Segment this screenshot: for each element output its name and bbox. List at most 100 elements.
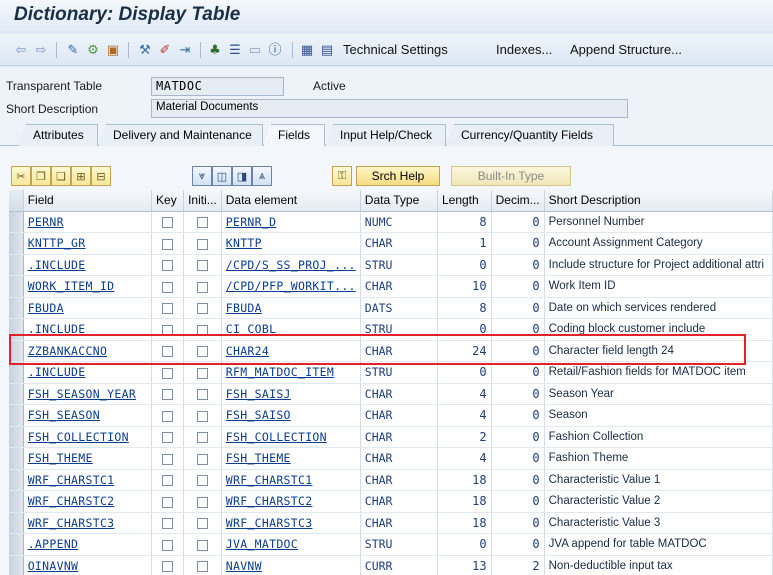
key-checkbox[interactable] <box>162 561 174 573</box>
field-name-link[interactable]: WRF_CHARSTC3 <box>28 516 115 530</box>
key-checkbox[interactable] <box>162 238 174 250</box>
tab-fields[interactable]: Fields <box>263 124 325 146</box>
field-name-link[interactable]: ZZBANKACCNO <box>28 344 107 358</box>
table-name-field[interactable]: MATDOC <box>151 77 284 96</box>
column-header-length[interactable]: Length <box>437 190 492 212</box>
column-header-key[interactable]: Key <box>151 190 185 212</box>
table-row[interactable]: WRF_CHARSTC1 WRF_CHARSTC1 CHAR 18 0 Character… <box>9 469 773 491</box>
technical-settings-button[interactable]: Technical Settings <box>343 42 448 57</box>
forward-icon[interactable]: ⇨ <box>32 41 50 59</box>
data-element-link[interactable]: FSH_SAISO <box>226 408 291 422</box>
paste-icon[interactable]: ❏ <box>51 166 71 186</box>
field-name-link[interactable]: WORK_ITEM_ID <box>28 279 115 293</box>
row-selector[interactable] <box>9 232 24 255</box>
search-help-icon[interactable]: ⚿ <box>332 166 352 186</box>
table-row[interactable]: WRF_CHARSTC3 WRF_CHARSTC3 CHAR 18 0 Character… <box>9 512 773 534</box>
field-name-link[interactable]: .INCLUDE <box>28 258 86 272</box>
key-checkbox[interactable] <box>162 303 174 315</box>
initial-values-checkbox[interactable] <box>196 260 208 272</box>
data-element-link[interactable]: FSH_COLLECTION <box>226 430 327 444</box>
initial-values-checkbox[interactable] <box>196 389 208 401</box>
insert-row-icon[interactable]: ⊞ <box>71 166 91 186</box>
column-header-initial[interactable]: Initi... <box>183 190 222 212</box>
row-selector[interactable] <box>9 490 24 513</box>
table-row[interactable]: .INCLUDE/CPD/S_SS_PROJ_... STRU 0 0 Include … <box>9 254 773 276</box>
table-row[interactable]: OINAVNW NAVNW CURR 13 2 Non-deductible input … <box>9 555 773 575</box>
initial-values-checkbox[interactable] <box>196 539 208 551</box>
key-checkbox[interactable] <box>162 389 174 401</box>
initial-values-checkbox[interactable] <box>196 324 208 336</box>
table-row[interactable]: WORK_ITEM_ID/CPD/PFP_WORKIT... CHAR 10 0 Wor… <box>9 275 773 298</box>
indexes-button[interactable]: Indexes... <box>496 42 552 57</box>
row-selector[interactable] <box>9 533 24 556</box>
table-row[interactable]: FBUDA FBUDA DATS 8 0 Date on which services r… <box>9 297 773 319</box>
table-row[interactable]: ZZBANKACCNO CHAR24 CHAR 24 0 Character field … <box>9 340 773 362</box>
initial-values-checkbox[interactable] <box>196 453 208 465</box>
select-all-cell[interactable] <box>9 190 24 212</box>
data-element-link[interactable]: /CPD/S_SS_PROJ_... <box>226 258 356 272</box>
layout-icon[interactable]: ▦ <box>298 41 316 59</box>
key-checkbox[interactable] <box>162 518 174 530</box>
field-name-link[interactable]: FSH_COLLECTION <box>28 430 129 444</box>
row-selector[interactable] <box>9 318 24 341</box>
data-element-link[interactable]: NAVNW <box>226 559 262 573</box>
field-name-link[interactable]: WRF_CHARSTC1 <box>28 473 115 487</box>
field-name-link[interactable]: WRF_CHARSTC2 <box>28 494 115 508</box>
field-name-link[interactable]: .APPEND <box>28 537 79 551</box>
data-element-link[interactable]: RFM_MATDOC_ITEM <box>226 365 334 379</box>
short-description-field[interactable]: Material Documents <box>151 99 628 118</box>
data-element-link[interactable]: WRF_CHARSTC1 <box>226 473 313 487</box>
initial-values-checkbox[interactable] <box>196 475 208 487</box>
list-icon[interactable]: ☰ <box>226 41 244 59</box>
row-selector[interactable] <box>9 555 24 575</box>
row-selector[interactable] <box>9 211 24 233</box>
row-selector[interactable] <box>9 340 24 362</box>
initial-values-checkbox[interactable] <box>196 303 208 315</box>
row-selector[interactable] <box>9 297 24 319</box>
key-checkbox[interactable] <box>162 453 174 465</box>
initial-values-checkbox[interactable] <box>196 346 208 358</box>
data-element-link[interactable]: FSH_SAISJ <box>226 387 291 401</box>
table-row[interactable]: FSH_SEASON_YEAR FSH_SAISJ CHAR 4 0 Season Yea… <box>9 383 773 405</box>
data-element-link[interactable]: CHAR24 <box>226 344 269 358</box>
key-checkbox[interactable] <box>162 324 174 336</box>
field-name-link[interactable]: FSH_SEASON <box>28 408 100 422</box>
key-checkbox[interactable] <box>162 410 174 422</box>
row-selector[interactable] <box>9 361 24 384</box>
contents-icon[interactable]: ▤ <box>318 41 336 59</box>
data-element-link[interactable]: /CPD/PFP_WORKIT... <box>226 279 356 293</box>
row-selector[interactable] <box>9 404 24 427</box>
field-name-link[interactable]: FSH_SEASON_YEAR <box>28 387 136 401</box>
table-row[interactable]: FSH_SEASON FSH_SAISO CHAR 4 0 Season <box>9 404 773 427</box>
initial-values-checkbox[interactable] <box>196 238 208 250</box>
key-checkbox[interactable] <box>162 496 174 508</box>
field-name-link[interactable]: .INCLUDE <box>28 322 86 336</box>
append-structure-button[interactable]: Append Structure... <box>570 42 682 57</box>
initial-values-checkbox[interactable] <box>196 496 208 508</box>
data-element-link[interactable]: WRF_CHARSTC3 <box>226 516 313 530</box>
search-help-button[interactable]: Srch Help <box>356 166 440 186</box>
table-row[interactable]: PERNR PERNR_D NUMC 8 0 Personnel Number <box>9 211 773 233</box>
display-change-icon[interactable]: ⚙ <box>84 41 102 59</box>
initial-values-checkbox[interactable] <box>196 518 208 530</box>
key-checkbox[interactable] <box>162 281 174 293</box>
back-icon[interactable]: ⇦ <box>12 41 30 59</box>
key-checkbox[interactable] <box>162 475 174 487</box>
field-name-link[interactable]: FBUDA <box>28 301 64 315</box>
row-selector[interactable] <box>9 469 24 491</box>
key-checkbox[interactable] <box>162 432 174 444</box>
row-selector[interactable] <box>9 383 24 405</box>
where-used-icon[interactable]: ✐ <box>156 41 174 59</box>
table-row[interactable]: .INCLUDE RFM_MATDOC_ITEM STRU 0 0 Retail/Fash… <box>9 361 773 384</box>
first-page-icon[interactable]: ⩔ <box>192 166 212 186</box>
field-name-link[interactable]: OINAVNW <box>28 559 79 573</box>
initial-values-checkbox[interactable] <box>196 281 208 293</box>
tab-input-help-check[interactable]: Input Help/Check <box>325 124 446 146</box>
tab-delivery-maintenance[interactable]: Delivery and Maintenance <box>98 124 263 146</box>
field-name-link[interactable]: FSH_THEME <box>28 451 93 465</box>
last-page-icon[interactable]: ⩓ <box>252 166 272 186</box>
data-element-link[interactable]: PERNR_D <box>226 215 277 229</box>
check-icon[interactable]: ▣ <box>104 41 122 59</box>
row-selector[interactable] <box>9 254 24 276</box>
previous-page-icon[interactable]: ◫ <box>212 166 232 186</box>
